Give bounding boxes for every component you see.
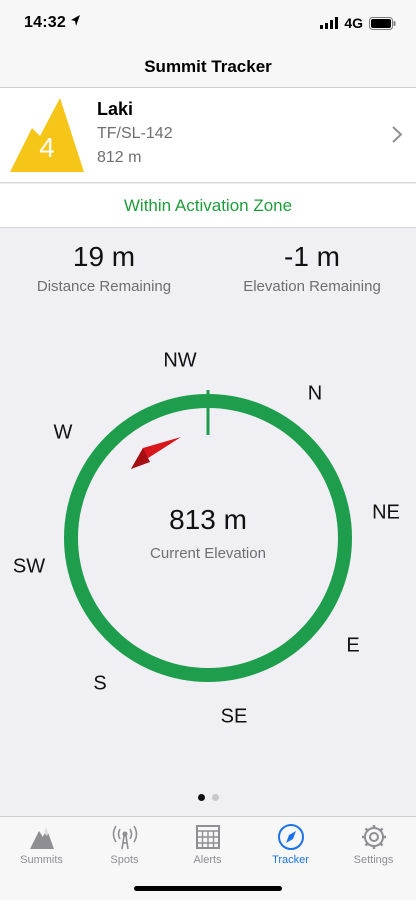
- signal-bars-icon: [320, 17, 339, 29]
- tab-summits[interactable]: Summits: [0, 823, 83, 866]
- navigation-bar: Summit Tracker: [0, 44, 416, 88]
- page-title: Summit Tracker: [144, 57, 272, 76]
- compass-label-s: S: [93, 672, 107, 695]
- compass-ring: [64, 394, 352, 682]
- calendar-icon: [195, 825, 220, 849]
- compass-label-se: SE: [220, 705, 248, 728]
- page-dot-2[interactable]: [211, 794, 219, 801]
- tab-tracker[interactable]: Tracker: [249, 823, 332, 866]
- compass-label-e: E: [346, 634, 360, 657]
- home-indicator[interactable]: [134, 886, 282, 891]
- tab-summits-label: Summits: [20, 854, 63, 866]
- summit-reference: TF/SL-142: [97, 125, 173, 142]
- network-type: 4G: [344, 15, 363, 31]
- distance-remaining-value: 19 m: [72, 241, 136, 272]
- tab-settings-label: Settings: [353, 854, 394, 866]
- distance-remaining-label: Distance Remaining: [36, 278, 172, 295]
- activation-zone-banner: Within Activation Zone: [0, 184, 416, 228]
- compass-icon: [277, 824, 304, 850]
- tab-alerts[interactable]: Alerts: [166, 823, 249, 866]
- compass-label-w: W: [53, 421, 73, 444]
- antenna-icon: [112, 825, 137, 850]
- elevation-remaining-label: Elevation Remaining: [243, 278, 381, 295]
- location-arrow-icon: [71, 15, 80, 26]
- distance-remaining-stat: 19 m Distance Remaining: [0, 241, 208, 296]
- page-control[interactable]: [0, 794, 416, 801]
- current-elevation-label: Current Elevation: [150, 545, 266, 562]
- gear-icon: [361, 825, 386, 849]
- compass-label-n: N: [307, 382, 323, 405]
- page-dot-1[interactable]: [197, 794, 205, 801]
- compass-label-nw: NW: [163, 349, 197, 372]
- status-indicators: 4G: [320, 15, 396, 31]
- mountain-icon: [29, 827, 54, 849]
- tab-spots-label: Spots: [110, 854, 139, 866]
- status-time: 14:32: [24, 14, 66, 31]
- elevation-remaining-value: -1 m: [284, 241, 340, 272]
- status-bar: 14:32 4G: [0, 0, 416, 44]
- battery-icon: [369, 16, 396, 30]
- elevation-remaining-stat: -1 m Elevation Remaining: [208, 241, 416, 296]
- current-elevation-value: 813 m: [169, 504, 247, 535]
- tab-tracker-label: Tracker: [272, 854, 309, 866]
- summit-name: Laki: [97, 99, 134, 119]
- tab-spots[interactable]: Spots: [83, 823, 166, 866]
- activation-zone-status: Within Activation Zone: [123, 196, 293, 215]
- summit-elevation: 812 m: [97, 149, 142, 166]
- summit-row[interactable]: 4 Laki TF/SL-142 812 m: [0, 88, 416, 183]
- tab-settings[interactable]: Settings: [332, 823, 415, 866]
- summit-points: 4: [39, 132, 55, 163]
- tab-alerts-label: Alerts: [193, 854, 222, 866]
- chevron-right-icon: [392, 126, 402, 143]
